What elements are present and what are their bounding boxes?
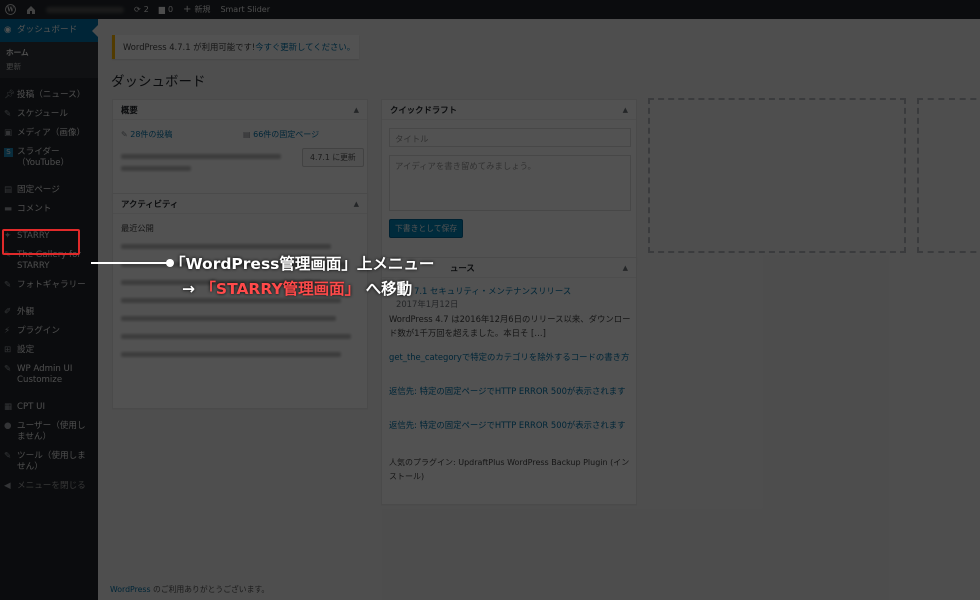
submenu-update[interactable]: 更新 <box>6 60 98 74</box>
toggle-icon[interactable]: ▲ <box>354 106 359 114</box>
pages-count-link[interactable]: ▤ 66件の固定ページ <box>243 129 319 140</box>
wordpress-news-widget: ュース ▲ 7.1 セキュリティ・メンテナンスリリース 2017年1月12日 Wo… <box>381 257 637 505</box>
sidebar-item-posts[interactable]: 📌︎ 投稿（ニュース） <box>0 86 98 105</box>
theme-info <box>121 152 281 174</box>
svg-text:W: W <box>6 7 14 14</box>
empty-widget-area <box>648 98 906 253</box>
popular-plugin[interactable]: 人気のプラグイン: UpdraftPlus WordPress Backup P… <box>389 456 631 484</box>
admin-bar: W ⟳ 2 ▆ 0 + 新規 Smart Slider <box>0 0 980 19</box>
settings-icon: ⊞ <box>4 345 12 355</box>
widget-title: アクティビティ <box>121 198 179 209</box>
page-title: ダッシュボード <box>111 74 206 90</box>
site-name[interactable] <box>41 0 129 19</box>
annotation-line1: 「WordPress管理画面」上メニュー <box>170 255 435 273</box>
starry-highlight-box <box>2 229 80 255</box>
at-a-glance-widget: 概要 ▲ ✎ 28件の投稿 ▤ 66件の固定ページ 4.7.1 に更新 <box>112 99 368 199</box>
sidebar-item-media[interactable]: ▣ メディア（画像） <box>0 124 98 143</box>
user-icon: ● <box>4 421 12 431</box>
sidebar-item-dashboard[interactable]: ◉ ダッシュボード <box>0 19 98 42</box>
activity-widget: アクティビティ ▲ 最近公開 <box>112 193 368 409</box>
sidebar-item-users[interactable]: ● ユーザー（使用しません） <box>0 417 98 447</box>
collapse-icon: ◀ <box>4 481 11 491</box>
comment-icon: ▬ <box>4 204 13 214</box>
plugin-icon: ⚡︎ <box>4 326 11 336</box>
update-notice: WordPress 4.7.1 が利用可能です! 今すぐ更新してください。 <box>112 35 359 59</box>
news-item-title[interactable]: 7.1 セキュリティ・メンテナンスリリース <box>414 284 571 298</box>
wrench-icon: ✎ <box>4 451 12 461</box>
home-icon[interactable] <box>21 0 41 19</box>
toggle-icon[interactable]: ▲ <box>623 106 628 114</box>
sidebar-item-schedule[interactable]: ✎ スケジュール <box>0 105 98 124</box>
empty-widget-area <box>917 98 980 253</box>
wordpress-logo-icon[interactable]: W <box>0 0 21 19</box>
sidebar-item-appearance[interactable]: ✐ 外観 <box>0 303 98 322</box>
dashboard-icon: ◉ <box>4 25 12 35</box>
main-content: WordPress 4.7.1 が利用可能です! 今すぐ更新してください。 ダッ… <box>98 19 980 600</box>
sidebar-item-tools[interactable]: ✎ ツール（使用しません） <box>0 447 98 477</box>
new-content-link[interactable]: + 新規 <box>178 0 215 19</box>
sidebar-item-cpt-ui[interactable]: ▦ CPT UI <box>0 398 98 417</box>
sidebar-item-plugins[interactable]: ⚡︎ プラグイン <box>0 322 98 341</box>
sidebar-item-slider[interactable]: S スライダー（YouTube） <box>0 143 98 173</box>
pin-icon: ✎ <box>4 280 12 290</box>
annotation-line <box>91 262 171 264</box>
page-icon: ▤ <box>4 185 13 195</box>
sidebar-item-comments[interactable]: ▬ コメント <box>0 200 98 219</box>
toggle-icon[interactable]: ▲ <box>623 264 628 272</box>
pin-icon: 📌︎ <box>4 90 15 100</box>
admin-sidebar: ◉ ダッシュボード ホーム 更新 📌︎ 投稿（ニュース） ✎ スケジュール ▣ メディ… <box>0 19 98 600</box>
widget-title: ュース <box>450 262 475 273</box>
draft-content-textarea[interactable]: アイディアを書き留めてみましょう。 <box>389 155 631 211</box>
widget-title: 概要 <box>121 104 138 115</box>
page-icon: ▤ <box>243 130 254 139</box>
refresh-icon: ⟳ <box>134 5 141 14</box>
news-item-excerpt: WordPress 4.7 は2016年12月6日のリリース以来、ダウンロード数… <box>389 314 631 338</box>
sidebar-item-settings[interactable]: ⊞ 設定 <box>0 341 98 360</box>
pin-icon: ✎ <box>121 130 131 139</box>
brush-icon: ✐ <box>4 307 12 317</box>
submenu-home[interactable]: ホーム <box>6 46 98 60</box>
slider-icon: S <box>4 147 17 158</box>
recently-published-heading: 最近公開 <box>121 223 154 233</box>
comment-icon: ▆ <box>158 5 165 14</box>
news-link[interactable]: get_the_categoryで特定のカテゴリを除外するコードの書き方 <box>389 350 631 364</box>
comments-link[interactable]: ▆ 0 <box>154 0 178 19</box>
footer-thanks: WordPress のご利用ありがとうございます。 <box>110 585 270 594</box>
sidebar-item-photo-gallery[interactable]: ✎ フォトギャラリー <box>0 276 98 295</box>
update-now-link[interactable]: 今すぐ更新してください。 <box>255 41 355 53</box>
sidebar-collapse-menu[interactable]: ◀ メニューを閉じる <box>0 477 98 496</box>
news-link[interactable]: 返信先: 特定の固定ページでHTTP ERROR 500が表示されます <box>389 384 631 398</box>
save-draft-button[interactable]: 下書きとして保存 <box>389 219 464 238</box>
annotation-line2: → 「STARRY管理画面」 へ移動 <box>182 280 413 298</box>
media-icon: ▣ <box>4 128 13 138</box>
sidebar-item-pages[interactable]: ▤ 固定ページ <box>0 181 98 200</box>
grid-icon: ▦ <box>4 402 13 412</box>
posts-count-link[interactable]: ✎ 28件の投稿 <box>121 129 172 140</box>
news-link[interactable]: 返信先: 特定の固定ページでHTTP ERROR 500が表示されます <box>389 418 631 432</box>
quick-draft-widget: クイックドラフト ▲ タイトル アイディアを書き留めてみましょう。 下書きとして保… <box>381 99 637 263</box>
wrench-icon: ✎ <box>4 364 12 374</box>
news-item-date: 2017年1月12日 <box>396 299 459 309</box>
pin-icon: ✎ <box>4 109 12 119</box>
toggle-icon[interactable]: ▲ <box>354 200 359 208</box>
dashboard-submenu: ホーム 更新 <box>0 42 98 78</box>
updates-link[interactable]: ⟳ 2 <box>129 0 154 19</box>
smart-slider-link[interactable]: Smart Slider <box>215 0 275 19</box>
update-wordpress-button[interactable]: 4.7.1 に更新 <box>302 148 364 167</box>
draft-title-input[interactable]: タイトル <box>389 128 631 147</box>
plus-icon: + <box>183 4 192 15</box>
sidebar-item-admin-ui-customize[interactable]: ✎ WP Admin UI Customize <box>0 360 98 390</box>
widget-title: クイックドラフト <box>390 104 457 115</box>
